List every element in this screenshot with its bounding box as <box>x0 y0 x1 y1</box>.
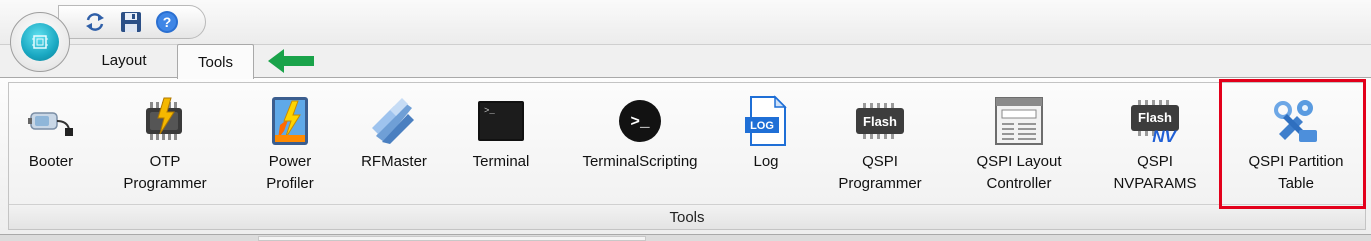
svg-text:LOG: LOG <box>750 120 774 132</box>
booter-label: Booter <box>28 153 74 170</box>
terminal-scripting-button[interactable]: >_ TerminalScripting <box>565 93 715 203</box>
log-label: Log <box>753 153 779 170</box>
rfmaster-label: RFMaster <box>361 153 427 170</box>
booter-button[interactable]: Booter <box>19 93 83 203</box>
terminal-scripting-label: TerminalScripting <box>582 153 698 170</box>
svg-text:Flash: Flash <box>1138 110 1172 125</box>
power-profiler-icon <box>262 93 318 149</box>
log-icon: LOG <box>738 93 794 149</box>
refresh-icon <box>86 13 104 31</box>
svg-text:Flash: Flash <box>863 114 897 129</box>
rfmaster-icon <box>366 93 422 149</box>
green-arrow-annotation-icon <box>268 49 314 73</box>
qspi-programmer-button[interactable]: Flash QSPI Programmer <box>827 93 933 203</box>
qspi-nvparams-label: QSPI NVPARAMS <box>1113 153 1197 192</box>
svg-text:>_: >_ <box>630 113 650 131</box>
tab-tools-label: Tools <box>197 53 234 71</box>
otp-chip-icon <box>137 93 193 149</box>
help-button[interactable]: ? <box>155 10 179 34</box>
qspi-layout-controller-label: QSPI Layout Controller <box>976 153 1062 192</box>
ribbon-panel: Booter OTP Programmer Power Profiler RFM… <box>0 77 1371 235</box>
ribbon-group-label: Tools <box>9 204 1365 229</box>
booter-icon <box>23 93 79 149</box>
flash-chip-icon: Flash <box>852 93 908 149</box>
save-button[interactable] <box>119 10 143 34</box>
qspi-programmer-label: QSPI Programmer <box>838 153 922 192</box>
horizontal-scrollbar[interactable] <box>0 235 1371 241</box>
tab-layout[interactable]: Layout <box>84 44 164 77</box>
save-icon <box>121 12 141 32</box>
otp-programmer-label: OTP Programmer <box>123 153 207 192</box>
svg-text:>_: >_ <box>484 106 495 116</box>
scrollbar-thumb[interactable] <box>258 236 646 241</box>
ribbon-tab-row: Layout Tools <box>0 44 1371 79</box>
terminal-icon: >_ <box>473 93 529 149</box>
tab-tools[interactable]: Tools <box>177 44 254 79</box>
power-profiler-label: Power Profiler <box>266 153 314 192</box>
flash-nv-icon: Flash NV <box>1127 93 1183 149</box>
terminal-scripting-icon: >_ <box>612 93 668 149</box>
help-icon: ? <box>156 11 178 33</box>
quick-access-toolbar: ? <box>58 5 206 39</box>
highlight-box-annotation <box>1219 79 1366 209</box>
tools-ribbon-group: Booter OTP Programmer Power Profiler RFM… <box>8 82 1366 230</box>
otp-programmer-button[interactable]: OTP Programmer <box>109 93 221 203</box>
qspi-layout-controller-button[interactable]: QSPI Layout Controller <box>963 93 1075 203</box>
rfmaster-button[interactable]: RFMaster <box>349 93 439 203</box>
terminal-label: Terminal <box>472 153 530 170</box>
application-menu-button[interactable] <box>10 12 70 72</box>
terminal-button[interactable]: >_ Terminal <box>457 93 545 203</box>
tab-layout-label: Layout <box>101 52 147 69</box>
power-profiler-button[interactable]: Power Profiler <box>251 93 329 203</box>
layout-controller-icon <box>991 93 1047 149</box>
refresh-button[interactable] <box>83 10 107 34</box>
svg-text:NV: NV <box>1152 127 1177 144</box>
qspi-nvparams-button[interactable]: Flash NV QSPI NVPARAMS <box>1099 93 1211 203</box>
log-button[interactable]: LOG Log <box>731 93 801 203</box>
app-logo-icon <box>21 23 59 61</box>
application-window: ? Layout Tools Booter OTP Programmer Pow… <box>0 0 1371 241</box>
svg-text:?: ? <box>163 14 172 30</box>
